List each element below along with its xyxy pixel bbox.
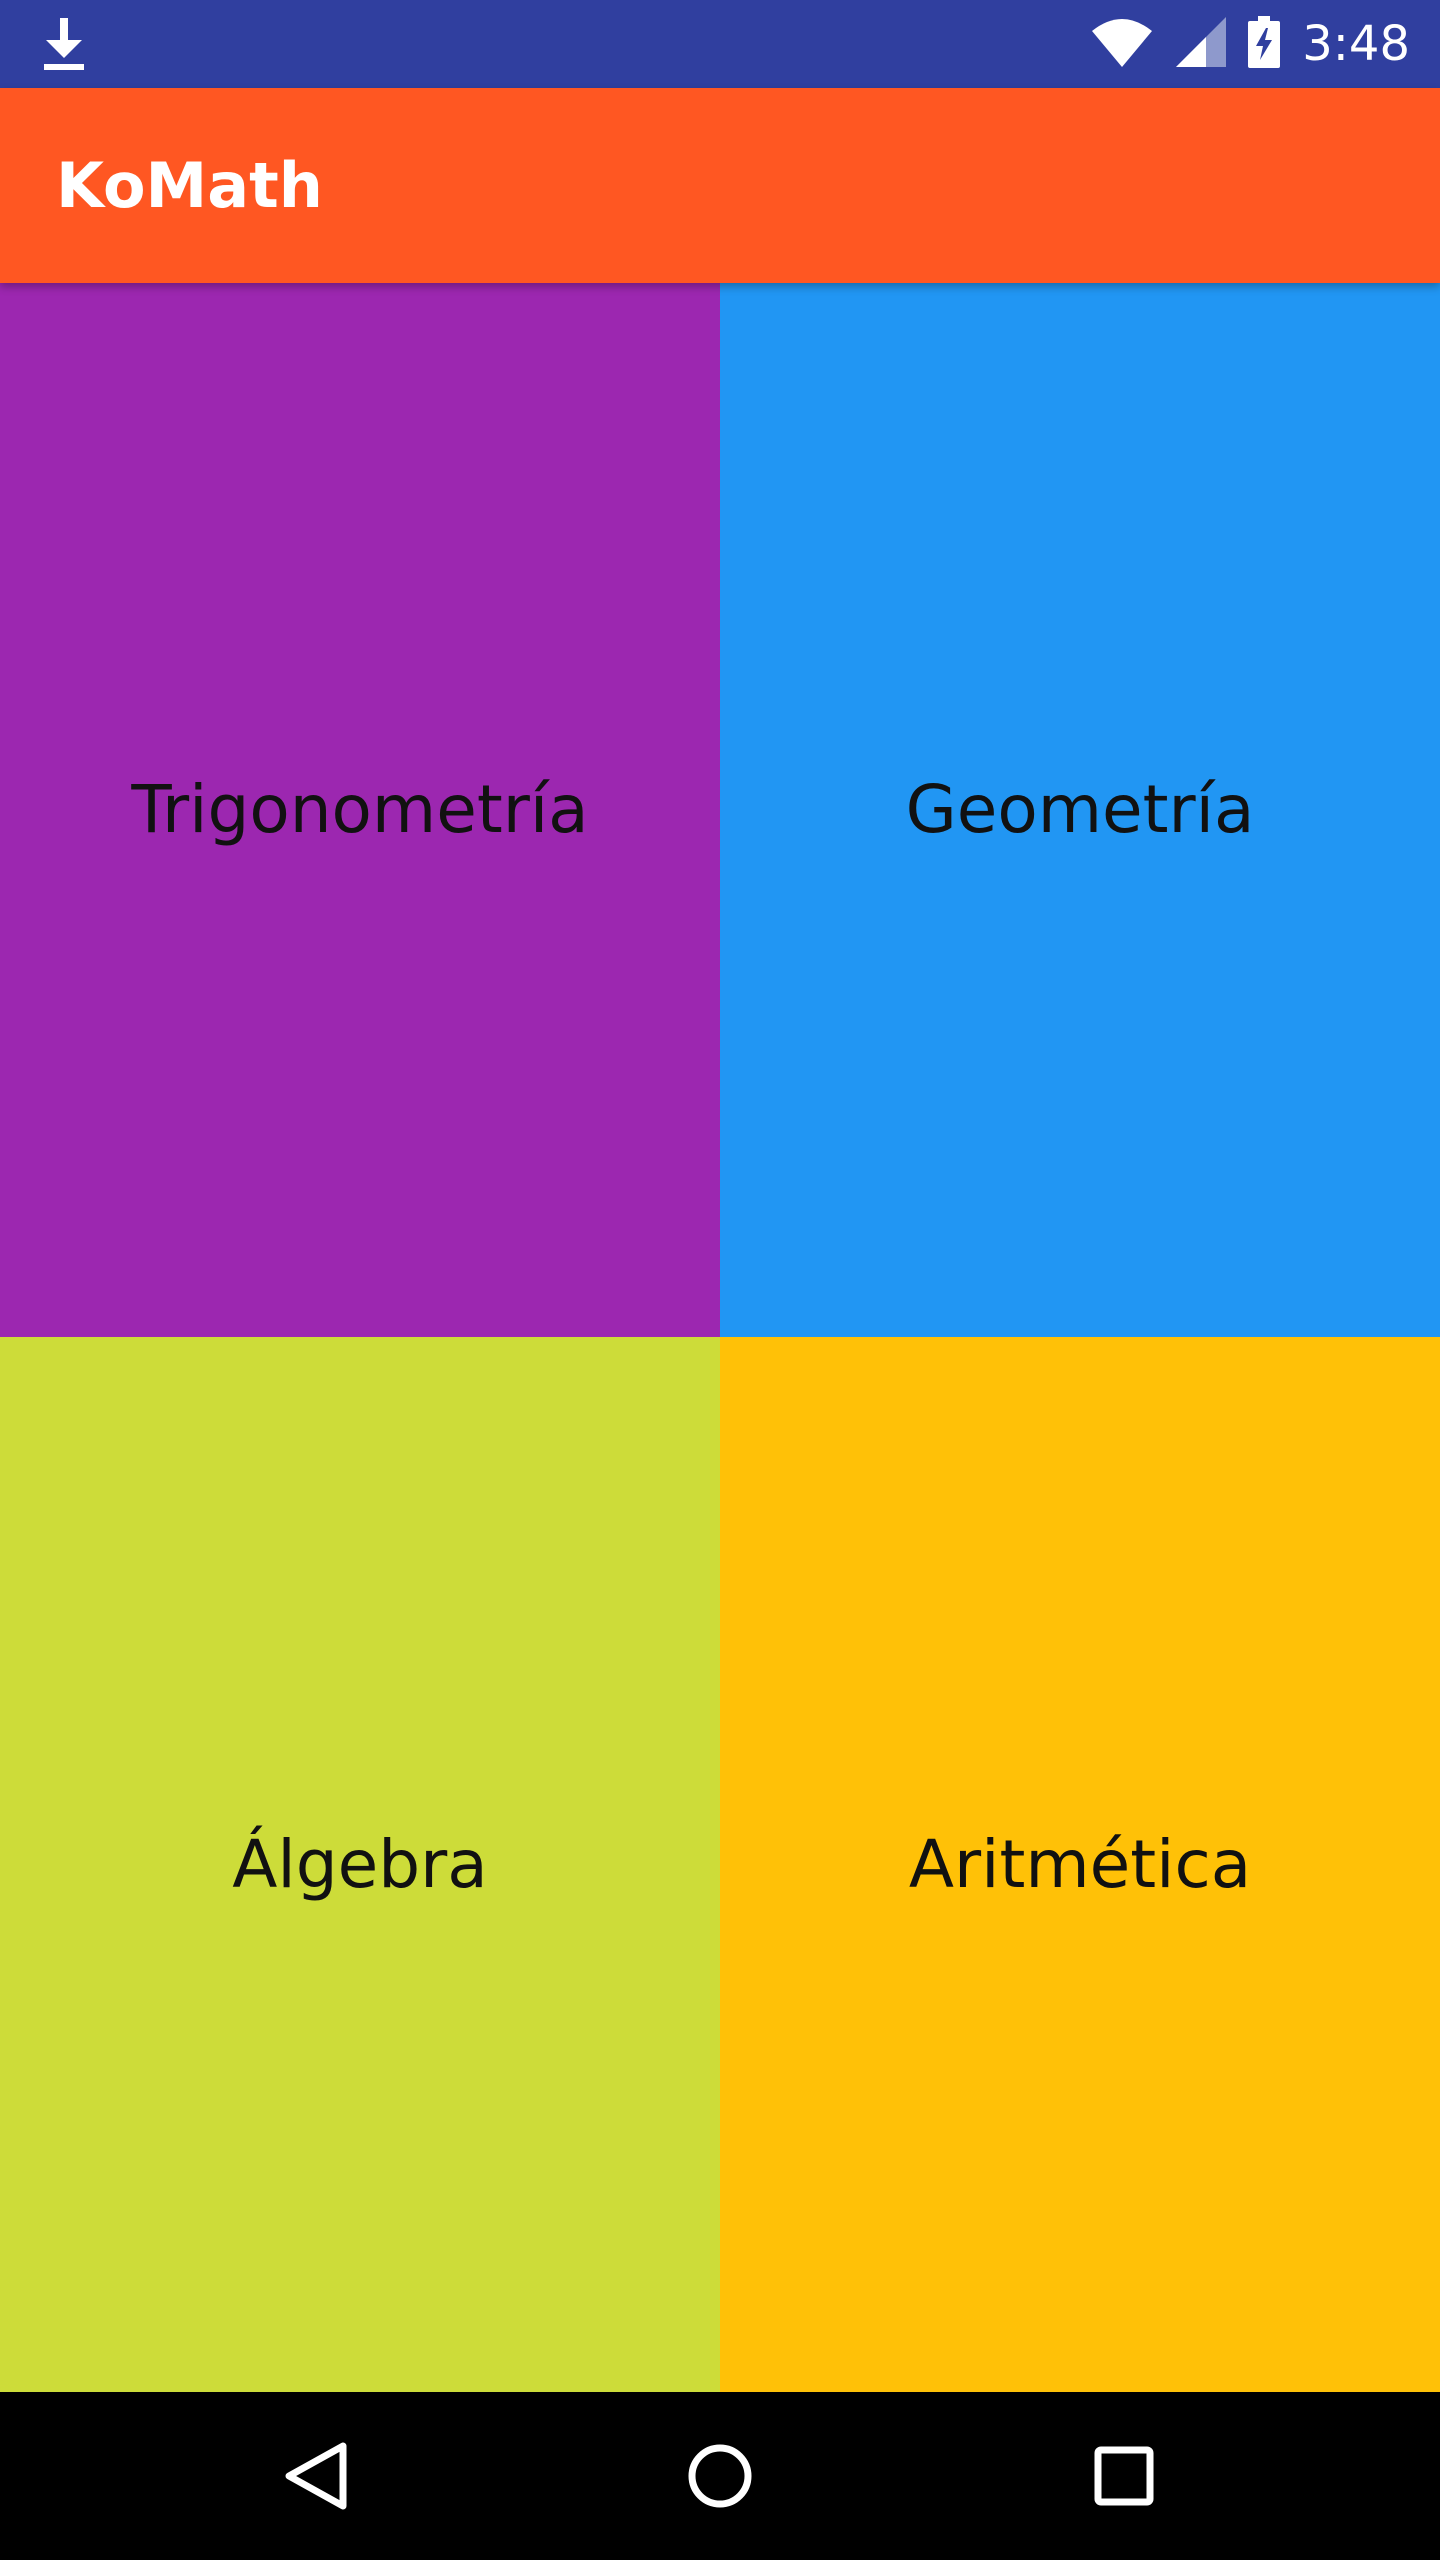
tile-algebra[interactable]: Álgebra (0, 1337, 720, 2392)
status-time: 3:48 (1302, 16, 1410, 72)
status-bar: 3:48 (0, 0, 1440, 88)
back-icon[interactable] (276, 2436, 356, 2516)
app-bar: KoMath (0, 88, 1440, 283)
tile-label: Aritmética (908, 1825, 1252, 1903)
tile-label: Álgebra (232, 1825, 488, 1903)
recents-icon[interactable] (1084, 2436, 1164, 2516)
tile-aritmetica[interactable]: Aritmética (720, 1337, 1440, 2392)
wifi-icon (1090, 17, 1154, 72)
tile-label: Geometría (905, 771, 1255, 848)
tile-geometria[interactable]: Geometría (720, 283, 1440, 1337)
tile-label: Trigonometría (131, 771, 589, 848)
download-icon (42, 16, 86, 72)
app-title: KoMath (56, 149, 323, 222)
home-icon[interactable] (680, 2436, 760, 2516)
nav-bar (0, 2392, 1440, 2560)
cell-signal-icon (1176, 16, 1227, 72)
topic-grid: Trigonometría Geometría Álgebra Aritméti… (0, 283, 1440, 2392)
tile-trigonometria[interactable]: Trigonometría (0, 283, 720, 1337)
battery-charging-icon (1248, 15, 1281, 73)
